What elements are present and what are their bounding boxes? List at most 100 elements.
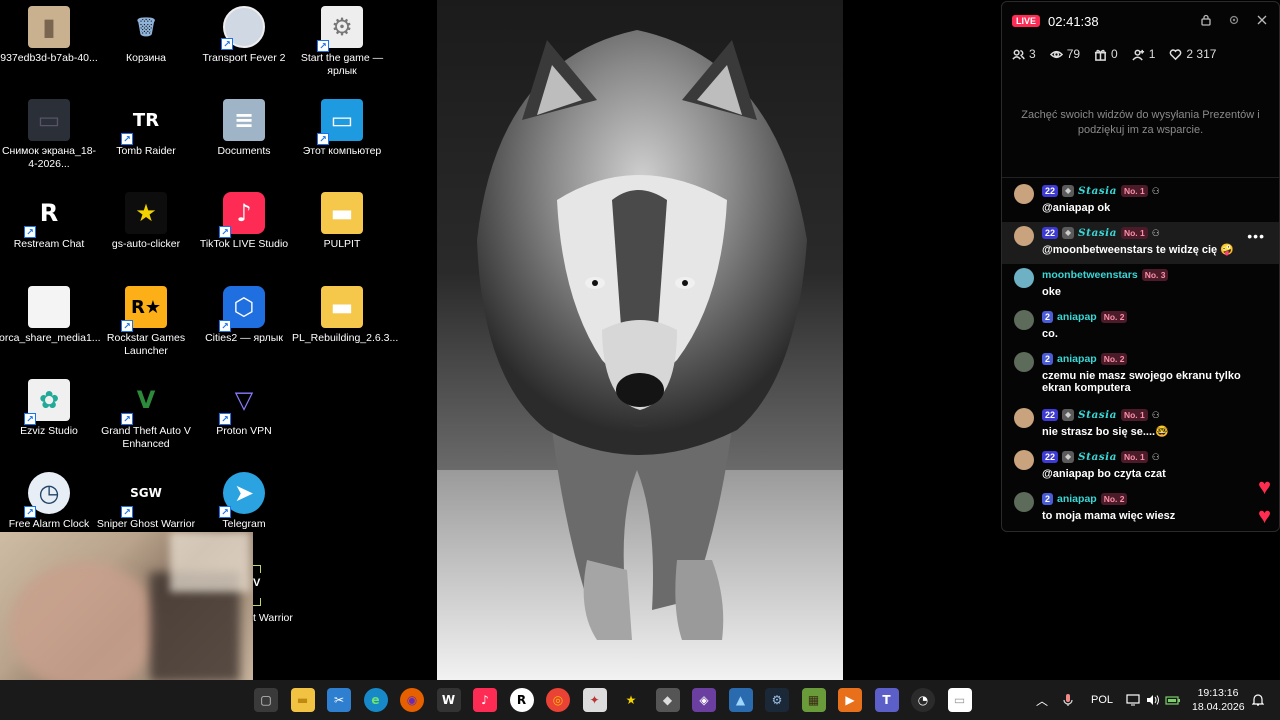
viewers-stat[interactable]: 79 — [1049, 47, 1080, 61]
chat-username[interactable]: Stasia — [1078, 451, 1117, 463]
taskview-icon[interactable]: ▢ — [254, 688, 278, 712]
desktop-icon[interactable]: ▭ Снимок экрана_18-4-2026... — [1, 93, 97, 183]
desktop-icon[interactable]: 🗑 Корзина — [98, 0, 194, 90]
edge-icon[interactable]: e — [363, 688, 388, 712]
mic-icon[interactable] — [1062, 680, 1074, 720]
gifts-stat[interactable]: 0 — [1094, 47, 1118, 61]
photos-icon[interactable]: ▲ — [728, 688, 753, 712]
battery-icon[interactable] — [1165, 680, 1181, 720]
shortcut-arrow-icon: ↗ — [219, 320, 231, 332]
avatar[interactable] — [1014, 226, 1034, 246]
desktop-icon[interactable]: V ↗ Grand Theft Auto V Enhanced — [98, 373, 194, 463]
clicker-taskbar-icon[interactable]: ★ — [619, 688, 643, 712]
steam-icon[interactable]: ⚙ — [765, 688, 789, 712]
clock-time: 19:13:16 — [1197, 687, 1239, 699]
desktop-icon[interactable]: ▬ PULPIT — [294, 186, 390, 276]
chat-username[interactable]: Stasia — [1078, 185, 1117, 197]
file-explorer-icon[interactable]: ▬ — [290, 688, 315, 712]
tray-overflow[interactable]: ︿ — [1036, 680, 1048, 720]
desktop-icon-label: Start the game — ярлык — [300, 52, 384, 77]
chat-username[interactable]: aniapap — [1057, 493, 1097, 505]
desktop-icon-label: Cities2 — ярлык — [205, 332, 283, 344]
desktop-icon[interactable]: orca_share_media1... — [0, 280, 101, 370]
desktop-icon[interactable]: ≡ Documents — [196, 93, 292, 183]
clock-app-icon[interactable]: ◔ — [911, 688, 935, 712]
desktop-icon[interactable]: ▽ ↗ Proton VPN — [196, 373, 292, 463]
chat-username[interactable]: aniapap — [1057, 353, 1097, 365]
settings-window-icon: ⚙ ↗ — [317, 6, 363, 52]
desktop-icon-label: Tomb Raider — [116, 145, 176, 157]
compass-icon[interactable]: ✦ — [582, 688, 607, 712]
chat-username[interactable]: Stasia — [1078, 409, 1117, 421]
avatar[interactable] — [1014, 310, 1034, 330]
desktop-icon-label: Этот компьютер — [302, 145, 382, 157]
language-indicator[interactable]: POL — [1091, 680, 1113, 720]
desktop-icon[interactable]: R★ ↗ Rockstar Games Launcher — [98, 280, 194, 370]
chat-message[interactable]: 22 ◆ Stasia No. 1 ⚇ @aniapap bo czyta czat — [1002, 446, 1279, 488]
desktop-icon[interactable]: R ↗ Restream Chat — [1, 186, 97, 276]
minecraft-icon[interactable]: ▦ — [801, 688, 826, 712]
chat-text: @moonbetweenstars te widzę cię 🤪 — [1042, 244, 1234, 256]
desktop-icon-label: Ezviz Studio — [20, 425, 78, 437]
desktop-icon-label: gs-auto-clicker — [111, 238, 181, 250]
chat-username[interactable]: aniapap — [1057, 311, 1097, 323]
likes-stat[interactable]: 2 317 — [1169, 47, 1216, 61]
chat-username[interactable]: moonbetweenstars — [1042, 269, 1138, 281]
snipping-tool-icon[interactable]: ✂ — [327, 688, 351, 712]
chat-message[interactable]: 2 aniapap No. 2 to moja mama więc wiesz — [1002, 488, 1279, 530]
desktop-icon[interactable]: ▭ ↗ Этот компьютер — [294, 93, 390, 183]
network-icon[interactable] — [1126, 680, 1140, 720]
system-clock[interactable]: 19:13:16 18.04.2026 — [1192, 686, 1245, 714]
avatar[interactable] — [1014, 268, 1034, 288]
avatar[interactable] — [1014, 352, 1034, 372]
avatar[interactable] — [1014, 184, 1034, 204]
firefox-icon[interactable]: ◉ — [400, 688, 424, 712]
chevron-up-icon[interactable]: ︿ — [1036, 692, 1048, 709]
close-icon[interactable] — [1255, 14, 1269, 29]
tiktok-taskbar-icon[interactable]: ♪ — [473, 688, 497, 712]
floating-heart-icon: ♥ — [1258, 474, 1272, 499]
games-icon[interactable]: ◈ — [692, 688, 716, 712]
chat-message[interactable]: 2 aniapap No. 2 czemu nie masz swojego ekr… — [1002, 348, 1279, 404]
desktop-icon-label: Telegram — [222, 518, 266, 530]
chat-message[interactable]: 2 aniapap No. 2 co. — [1002, 306, 1279, 348]
shortcut-arrow-icon: ↗ — [24, 506, 36, 518]
chrome-icon[interactable]: ◎ — [546, 688, 570, 712]
desktop-icon[interactable]: TR ↗ Tomb Raider — [98, 93, 194, 183]
notification-bell-icon[interactable] — [1252, 680, 1264, 720]
chat-message[interactable]: 22 ◆ Stasia No. 1 ⚇ @aniapap ok — [1002, 180, 1279, 222]
chat-message[interactable]: 22 ◆ Stasia No. 1 ⚇ @moonbetweenstars te wid… — [1002, 222, 1279, 264]
desktop-icon[interactable]: ♪ ↗ TikTok LIVE Studio — [196, 186, 292, 276]
guests-stat[interactable]: 3 — [1012, 47, 1036, 61]
avatar[interactable] — [1014, 450, 1034, 470]
desktop-icon[interactable]: ✿ ↗ Ezviz Studio — [1, 373, 97, 463]
volume-icon[interactable] — [1146, 680, 1160, 720]
avatar[interactable] — [1014, 492, 1034, 512]
media-player-icon[interactable]: ▶ — [838, 688, 862, 712]
teams-icon[interactable]: T — [874, 688, 899, 712]
chat-text: @aniapap bo czyta czat — [1042, 468, 1166, 480]
live-stats: 3 79 0 1 2 317 — [1002, 40, 1279, 68]
desktop-icon[interactable]: ▮ 937edb3d-b7ab-40... — [0, 0, 98, 90]
shortcut-arrow-icon: ↗ — [219, 413, 231, 425]
desktop-icon[interactable]: ↗ Transport Fever 2 — [196, 0, 292, 90]
lock-icon[interactable] — [1199, 14, 1213, 29]
restream-taskbar-icon[interactable]: R — [509, 688, 534, 712]
fan-club-shield-icon: ◆ — [1062, 227, 1075, 239]
desktop-icon[interactable]: ⚙ ↗ Start the game — ярлык — [294, 0, 390, 90]
wo-icon[interactable]: W — [436, 688, 461, 712]
chat-message[interactable]: moonbetweenstars No. 3 oke — [1002, 264, 1279, 306]
desktop-icon[interactable]: ▬ PL_Rebuilding_2.6.3... — [292, 280, 398, 370]
desktop-icon[interactable]: ⬡ ↗ Cities2 — ярлык — [196, 280, 292, 370]
notepad-icon[interactable]: ▭ — [947, 688, 972, 712]
package-icon[interactable]: ◆ — [655, 688, 680, 712]
chat-message[interactable]: 22 ◆ Stasia No. 1 ⚇ nie strasz bo się se....… — [1002, 404, 1279, 446]
follows-stat[interactable]: 1 — [1132, 47, 1155, 61]
partial-sniper-icon[interactable]: V — [253, 565, 265, 607]
settings-icon[interactable] — [1227, 14, 1241, 29]
more-options-icon[interactable]: ••• — [1247, 228, 1265, 244]
desktop-icon[interactable]: ★ gs-auto-clicker — [98, 186, 194, 276]
chat-username[interactable]: Stasia — [1078, 227, 1117, 239]
avatar[interactable] — [1014, 408, 1034, 428]
live-badge: LIVE — [1012, 15, 1041, 27]
